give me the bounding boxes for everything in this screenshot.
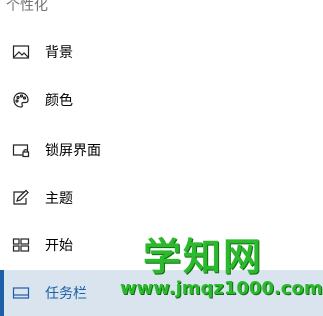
nav-item-label: 锁屏界面 (45, 143, 101, 159)
palette-icon (12, 91, 30, 109)
nav-item-background[interactable]: 背景 (0, 29, 323, 75)
start-icon (12, 236, 30, 254)
theme-icon (12, 189, 30, 207)
nav-item-label: 开始 (45, 238, 73, 254)
section-title: 个性化 (6, 0, 48, 14)
nav-item-label: 任务栏 (45, 286, 87, 302)
nav-item-colors[interactable]: 颜色 (0, 77, 323, 123)
selection-indicator (0, 270, 4, 316)
nav-item-themes[interactable]: 主题 (0, 175, 323, 221)
watermark-logo-text: 学知网 (143, 235, 264, 279)
watermark-url: www.jmqz1000.com (120, 278, 323, 299)
nav-item-label: 背景 (45, 45, 73, 61)
lock-screen-icon (12, 141, 30, 159)
nav-item-lock-screen[interactable]: 锁屏界面 (0, 127, 323, 173)
taskbar-icon (12, 284, 30, 302)
nav-item-label: 主题 (45, 191, 73, 207)
picture-icon (12, 43, 30, 61)
nav-item-label: 颜色 (45, 93, 73, 109)
